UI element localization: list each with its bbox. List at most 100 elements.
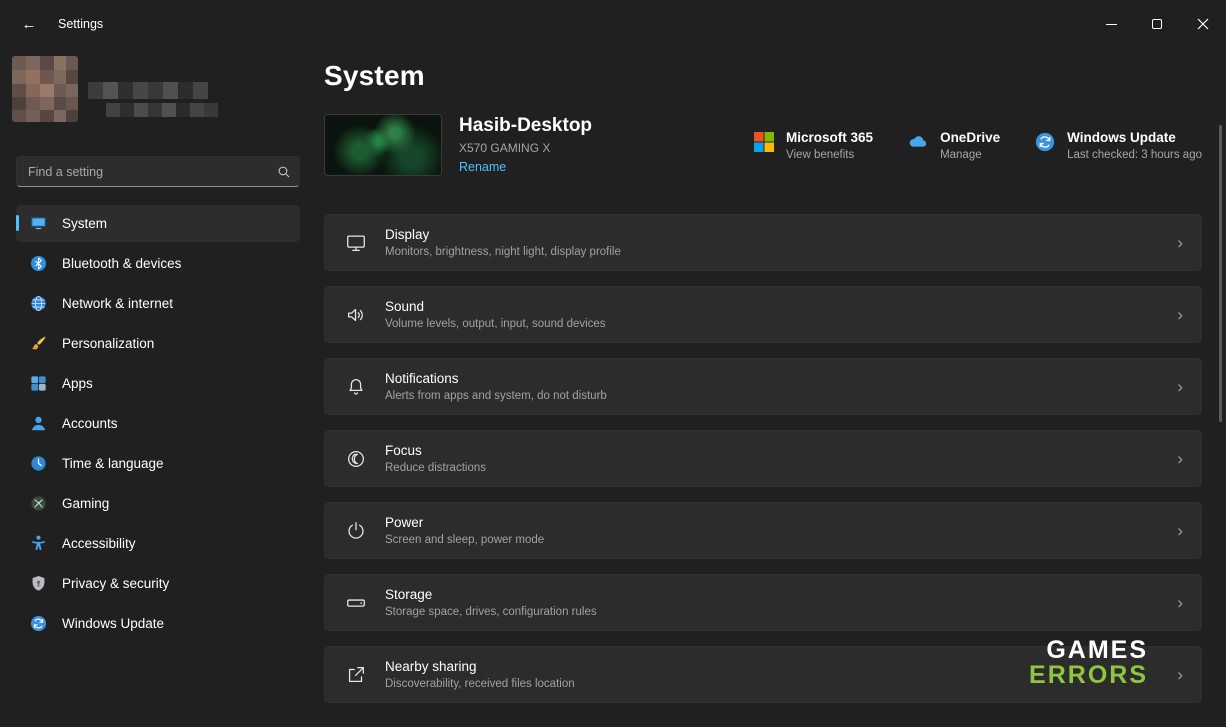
chevron-right-icon: › [1177,666,1183,683]
page-title: System [324,60,1202,92]
content-area: System Bluetooth & devices Network & int… [0,48,1226,727]
notifications-icon [344,375,368,399]
row-title: Storage [385,587,597,602]
device-name: Hasib-Desktop [459,115,674,137]
close-button[interactable] [1180,0,1226,48]
sound-icon [344,303,368,327]
sidebar-item-label: Apps [62,376,93,391]
maximize-icon [1152,19,1162,29]
sidebar-item-network-internet[interactable]: Network & internet [16,285,300,322]
settings-row-storage[interactable]: Storage Storage space, drives, configura… [324,574,1202,631]
row-subtitle: Discoverability, received files location [385,678,575,690]
sidebar-item-label: Accessibility [62,536,136,551]
vertical-scrollbar[interactable] [1219,125,1222,422]
sidebar-item-label: System [62,216,107,231]
search-box [16,156,300,187]
settings-row-display[interactable]: Display Monitors, brightness, night ligh… [324,214,1202,271]
sidebar-item-system[interactable]: System [16,205,300,242]
sidebar-item-label: Bluetooth & devices [62,256,181,271]
sidebar-item-label: Privacy & security [62,576,169,591]
quick-link-subtitle: Manage [940,149,1000,161]
settings-row-sound[interactable]: Sound Volume levels, output, input, soun… [324,286,1202,343]
gaming-icon [28,494,48,514]
accessibility-icon [28,534,48,554]
sidebar-item-accounts[interactable]: Accounts [16,405,300,442]
device-info: Hasib-Desktop X570 GAMING X Rename [459,115,674,176]
sidebar-item-apps[interactable]: Apps [16,365,300,402]
sidebar: System Bluetooth & devices Network & int… [0,48,316,727]
quick-link-subtitle: View benefits [786,149,873,161]
user-profile [16,56,300,140]
chevron-right-icon: › [1177,450,1183,467]
windows-update-icon [1034,131,1056,153]
window-title: Settings [58,17,103,31]
titlebar: ← Settings [0,0,1226,48]
sidebar-nav: System Bluetooth & devices Network & int… [16,205,300,642]
row-subtitle: Storage space, drives, configuration rul… [385,606,597,618]
row-title: Focus [385,443,486,458]
settings-row-power[interactable]: Power Screen and sleep, power mode › [324,502,1202,559]
apps-icon [28,374,48,394]
main-panel: System Hasib-Desktop X570 GAMING X Renam… [316,48,1226,727]
back-button[interactable]: ← [12,9,46,39]
quick-link-title: Microsoft 365 [786,130,873,145]
quick-link-title: Windows Update [1067,130,1202,145]
windows-update-card[interactable]: Windows Update Last checked: 3 hours ago [1034,130,1202,161]
microsoft-365-card[interactable]: Microsoft 365 View benefits [753,130,873,161]
search-input[interactable] [28,165,277,179]
search-icon [277,165,291,179]
chevron-right-icon: › [1177,522,1183,539]
settings-row-nearby-sharing[interactable]: Nearby sharing Discoverability, received… [324,646,1202,703]
sidebar-item-bluetooth-devices[interactable]: Bluetooth & devices [16,245,300,282]
chevron-right-icon: › [1177,594,1183,611]
user-name-redacted [88,82,238,120]
row-subtitle: Volume levels, output, input, sound devi… [385,318,606,330]
onedrive-card[interactable]: OneDrive Manage [907,130,1000,161]
chevron-right-icon: › [1177,306,1183,323]
sidebar-item-gaming[interactable]: Gaming [16,485,300,522]
row-title: Power [385,515,544,530]
sidebar-item-time-language[interactable]: Time & language [16,445,300,482]
sidebar-item-windows-update[interactable]: Windows Update [16,605,300,642]
maximize-button[interactable] [1134,0,1180,48]
sidebar-item-privacy-security[interactable]: Privacy & security [16,565,300,602]
rename-link[interactable]: Rename [459,160,506,174]
microsoft-365-icon [753,131,775,153]
settings-rows: Display Monitors, brightness, night ligh… [324,214,1202,703]
network-icon [28,294,48,314]
quick-link-title: OneDrive [940,130,1000,145]
power-icon [344,519,368,543]
minimize-button[interactable] [1088,0,1134,48]
quick-links: Microsoft 365 View benefits OneDrive Man… [753,130,1202,161]
focus-icon [344,447,368,471]
system-icon [28,214,48,234]
chevron-right-icon: › [1177,378,1183,395]
desktop-wallpaper-thumbnail [324,114,442,176]
settings-row-focus[interactable]: Focus Reduce distractions › [324,430,1202,487]
time-language-icon [28,454,48,474]
sidebar-item-label: Personalization [62,336,154,351]
user-avatar [12,56,78,122]
row-subtitle: Screen and sleep, power mode [385,534,544,546]
bluetooth-icon [28,254,48,274]
row-title: Nearby sharing [385,659,575,674]
accounts-icon [28,414,48,434]
sidebar-item-accessibility[interactable]: Accessibility [16,525,300,562]
sidebar-item-label: Gaming [62,496,109,511]
settings-window: ← Settings [0,0,1226,727]
storage-icon [344,591,368,615]
chevron-right-icon: › [1177,234,1183,251]
sidebar-item-label: Windows Update [62,616,164,631]
personalization-icon [28,334,48,354]
onedrive-icon [907,131,929,153]
row-subtitle: Reduce distractions [385,462,486,474]
window-controls [1088,0,1226,48]
sidebar-item-personalization[interactable]: Personalization [16,325,300,362]
nearby-sharing-icon [344,663,368,687]
sidebar-item-label: Time & language [62,456,164,471]
row-subtitle: Monitors, brightness, night light, displ… [385,246,621,258]
settings-row-notifications[interactable]: Notifications Alerts from apps and syste… [324,358,1202,415]
minimize-icon [1106,24,1117,25]
close-icon [1197,18,1209,30]
device-header: Hasib-Desktop X570 GAMING X Rename Micro… [324,114,1202,176]
